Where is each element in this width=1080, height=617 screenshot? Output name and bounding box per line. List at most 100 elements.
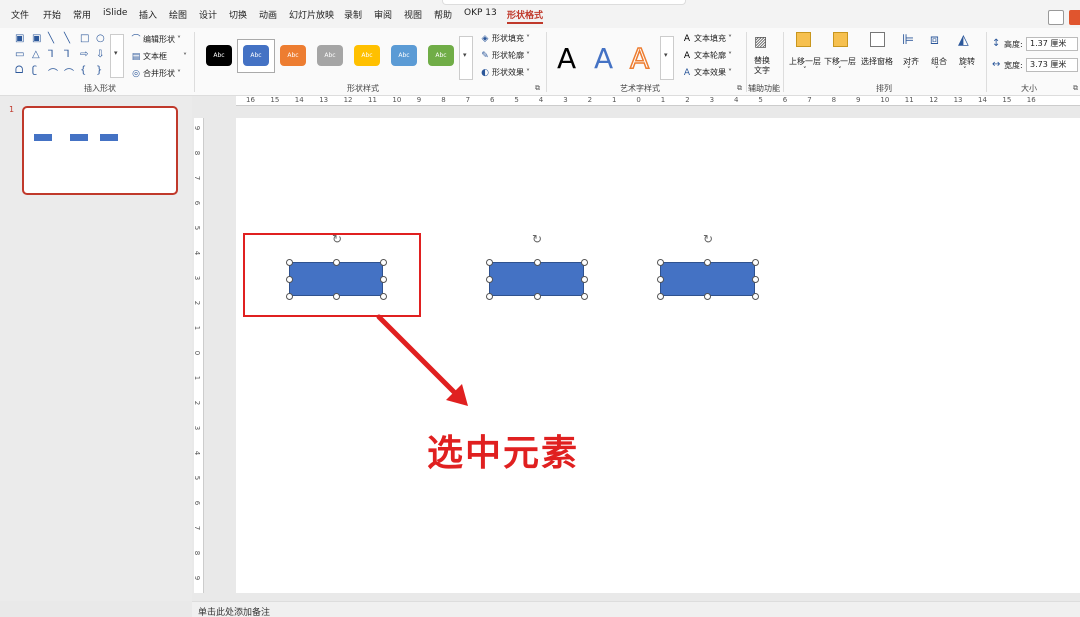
- rectangle-shape[interactable]: [489, 262, 584, 296]
- menu-animations[interactable]: 动画: [259, 8, 277, 21]
- left-brace-shape-icon[interactable]: {: [80, 65, 86, 76]
- group-button[interactable]: ⧈ 组合 ˅: [928, 32, 950, 78]
- curve-shape-icon[interactable]: ⌒: [64, 65, 74, 80]
- text-outline-button[interactable]: A 文本轮廓 ˅: [682, 50, 732, 61]
- textbox-shape-icon[interactable]: ▣: [15, 33, 24, 44]
- menu-help[interactable]: 帮助: [434, 8, 452, 21]
- resize-handle[interactable]: [752, 276, 759, 283]
- elbow-connector-shape-icon[interactable]: ⅂: [48, 49, 54, 60]
- resize-handle[interactable]: [534, 293, 541, 300]
- wordart-style-blue[interactable]: A: [594, 42, 613, 75]
- resize-handle[interactable]: [657, 293, 664, 300]
- slide-canvas[interactable]: ↻ ↻ ↻ 选中元素: [236, 118, 1080, 593]
- menu-okp[interactable]: OKP 13: [464, 8, 497, 18]
- shape-style-swatch-lightblue[interactable]: Abc: [391, 45, 417, 66]
- text-fill-button[interactable]: A 文本填充 ˅: [682, 33, 732, 44]
- dialog-launcher-icon[interactable]: ⧉: [737, 84, 742, 93]
- menu-review[interactable]: 审阅: [374, 8, 392, 21]
- arc-shape-icon[interactable]: ⌒: [48, 65, 58, 80]
- menu-home[interactable]: 开始: [43, 8, 61, 21]
- down-arrow-shape-icon[interactable]: ⇩: [96, 49, 104, 60]
- resize-handle[interactable]: [581, 276, 588, 283]
- oval-shape-icon[interactable]: ○: [96, 33, 105, 44]
- menu-transitions[interactable]: 切换: [229, 8, 247, 21]
- rotate-handle-icon[interactable]: ↻: [531, 233, 543, 245]
- wordart-style-orange-outline[interactable]: A: [629, 41, 650, 76]
- resize-handle[interactable]: [486, 293, 493, 300]
- ribbon-divider: [746, 32, 747, 92]
- dialog-launcher-icon[interactable]: ⧉: [535, 84, 540, 93]
- send-backward-button[interactable]: 下移一层 ˅: [824, 32, 858, 78]
- shape-style-swatch-orange[interactable]: Abc: [280, 45, 306, 66]
- resize-handle[interactable]: [581, 259, 588, 266]
- text-effects-button[interactable]: A 文本效果 ˅: [682, 67, 732, 78]
- resize-handle[interactable]: [704, 259, 711, 266]
- shape-style-swatch-green[interactable]: Abc: [428, 45, 454, 66]
- right-arrow-shape-icon[interactable]: ⇨: [80, 49, 88, 60]
- menu-view[interactable]: 视图: [404, 8, 422, 21]
- chevron-down-icon: ˅: [526, 51, 530, 60]
- shape-style-more-button[interactable]: ▾: [459, 36, 473, 80]
- resize-handle[interactable]: [704, 293, 711, 300]
- selection-pane-button[interactable]: 选择窗格: [861, 32, 897, 78]
- align-button[interactable]: ⊫ 对齐 ˅: [900, 32, 922, 78]
- rotate-icon: ◭: [958, 32, 969, 48]
- menu-insert[interactable]: 插入: [139, 8, 157, 21]
- wordart-style-black[interactable]: A: [557, 42, 576, 75]
- menu-common[interactable]: 常用: [73, 8, 91, 21]
- shape-gallery-more-button[interactable]: ▾: [110, 34, 124, 78]
- share-icon[interactable]: [1069, 10, 1080, 25]
- menu-shape-format[interactable]: 形状格式: [507, 8, 544, 24]
- wordart-more-button[interactable]: ▾: [660, 36, 674, 80]
- resize-handle[interactable]: [657, 276, 664, 283]
- slide-thumbnail[interactable]: [22, 106, 178, 195]
- resize-handle[interactable]: [534, 259, 541, 266]
- width-input[interactable]: 3.73 厘米: [1026, 58, 1078, 72]
- rounded-rect-shape-icon[interactable]: ▭: [15, 49, 24, 60]
- rectangle-shape[interactable]: [660, 262, 755, 296]
- shape-style-swatch-blue[interactable]: Abc: [243, 45, 269, 66]
- title-search-strip[interactable]: [442, 0, 686, 5]
- arrow-line-shape-icon[interactable]: ╲: [64, 33, 70, 44]
- menu-draw[interactable]: 绘图: [169, 8, 187, 21]
- menu-slideshow[interactable]: 幻灯片放映: [289, 8, 334, 21]
- comment-icon[interactable]: [1048, 10, 1064, 25]
- bring-forward-button[interactable]: 上移一层 ˅: [789, 32, 823, 78]
- menu-file[interactable]: 文件: [11, 8, 29, 21]
- shape-fill-button[interactable]: ◈ 形状填充 ˅: [480, 33, 530, 44]
- dialog-launcher-icon[interactable]: ⧉: [1073, 84, 1078, 93]
- thumbnail-shape: [34, 134, 52, 141]
- freeform-shape-icon[interactable]: ᗝ: [15, 65, 23, 76]
- shape-style-swatch-black[interactable]: Abc: [206, 45, 232, 66]
- text-box-button[interactable]: ▤ 文本框 ˅: [131, 51, 187, 62]
- triangle-shape-icon[interactable]: △: [32, 49, 40, 60]
- shape-effects-button[interactable]: ◐ 形状效果 ˅: [480, 67, 530, 78]
- notes-pane[interactable]: 单击此处添加备注: [192, 601, 1080, 617]
- ruler-tick-label: 2: [587, 96, 593, 104]
- elbow-arrow-shape-icon[interactable]: ⅂: [64, 49, 70, 60]
- resize-handle[interactable]: [486, 276, 493, 283]
- menu-record[interactable]: 录制: [344, 8, 362, 21]
- shape-outline-button[interactable]: ✎ 形状轮廓 ˅: [480, 50, 530, 61]
- alt-text-button[interactable]: ▨ 替换 文字: [752, 34, 774, 80]
- rectangle-shape-icon[interactable]: □: [80, 33, 89, 44]
- right-brace-shape-icon[interactable]: }: [96, 65, 102, 76]
- height-input[interactable]: 1.37 厘米: [1026, 37, 1078, 51]
- rotate-handle-icon[interactable]: ↻: [702, 233, 714, 245]
- edit-shape-button[interactable]: ⌒ 编辑形状 ˅: [131, 34, 181, 45]
- ruler-tick-label: 0: [193, 350, 202, 356]
- menu-islide[interactable]: iSlide: [103, 8, 127, 18]
- resize-handle[interactable]: [486, 259, 493, 266]
- resize-handle[interactable]: [752, 293, 759, 300]
- merge-shapes-button[interactable]: ◎ 合并形状 ˅: [131, 68, 181, 79]
- shape-style-swatch-gold[interactable]: Abc: [354, 45, 380, 66]
- menu-design[interactable]: 设计: [199, 8, 217, 21]
- rotate-button[interactable]: ◭ 旋转 ˅: [956, 32, 978, 78]
- vertical-textbox-shape-icon[interactable]: ▣: [32, 33, 41, 44]
- scribble-shape-icon[interactable]: ʗ: [32, 65, 37, 76]
- line-shape-icon[interactable]: ╲: [48, 33, 54, 44]
- resize-handle[interactable]: [581, 293, 588, 300]
- resize-handle[interactable]: [657, 259, 664, 266]
- resize-handle[interactable]: [752, 259, 759, 266]
- shape-style-swatch-gray[interactable]: Abc: [317, 45, 343, 66]
